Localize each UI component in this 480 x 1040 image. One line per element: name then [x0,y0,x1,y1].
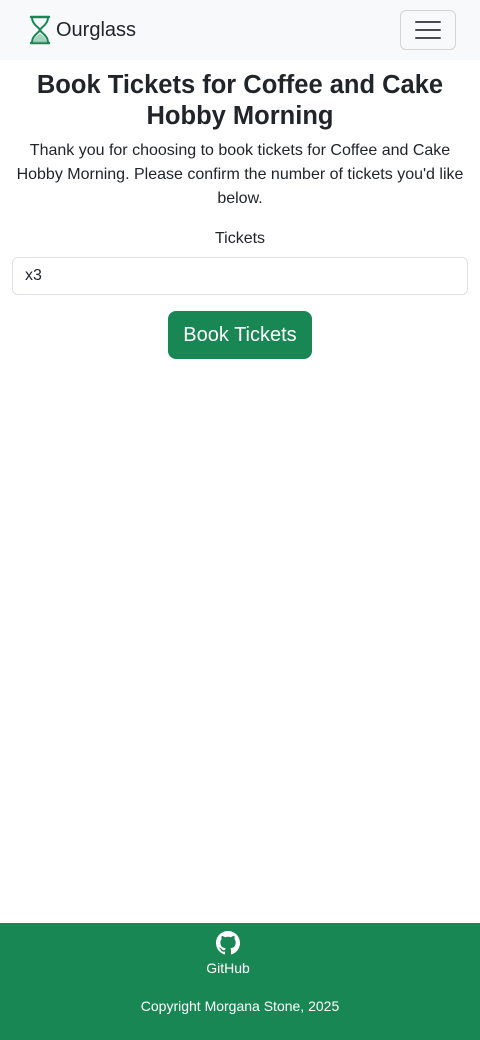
intro-text: Thank you for choosing to book tickets f… [16,142,464,207]
page-title: Book Tickets for Coffee and Cake Hobby M… [36,71,444,130]
hourglass-icon [28,15,52,45]
tickets-input[interactable] [12,257,468,295]
book-tickets-button[interactable]: Book Tickets [168,311,312,359]
github-label: GitHub [206,960,250,976]
brand-name: Ourglass [56,19,137,41]
navbar: Ourglass [0,0,480,60]
footer: GitHub Copyright Morgana Stone, 2025 [0,923,480,1040]
hamburger-menu-icon [415,20,441,40]
github-link[interactable]: GitHub [190,931,266,977]
brand-link[interactable]: Ourglass [28,14,136,46]
menu-toggle-button[interactable] [400,10,456,50]
github-icon [216,931,240,955]
copyright-text: Copyright Morgana Stone, 2025 [140,998,340,1014]
tickets-label: Tickets [214,230,266,247]
